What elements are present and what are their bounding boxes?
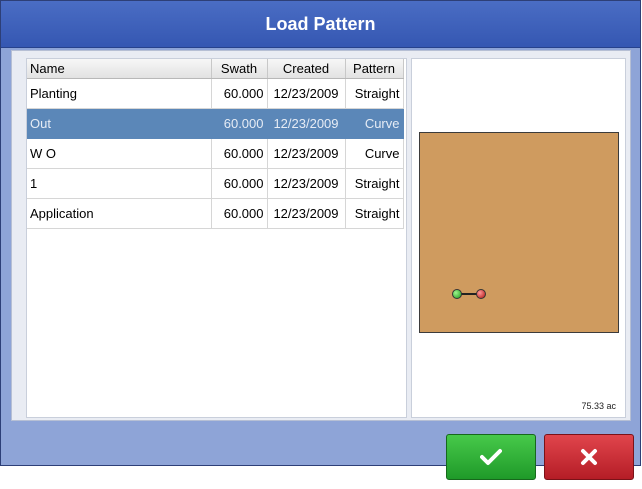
cell-created: 12/23/2009 <box>267 198 346 229</box>
x-icon <box>581 449 597 465</box>
pattern-table: Name Swath Created Pattern Planting 60.0… <box>27 59 404 229</box>
cell-created: 12/23/2009 <box>267 138 346 169</box>
column-header-created[interactable]: Created <box>267 59 346 79</box>
cell-created: 12/23/2009 <box>267 168 346 199</box>
cell-swath: 60.000 <box>211 108 268 139</box>
cell-name: Planting <box>27 78 212 109</box>
table-row-selected[interactable]: Out 60.000 12/23/2009 Curve <box>27 108 404 139</box>
dialog-title: Load Pattern <box>1 1 640 48</box>
cell-swath: 60.000 <box>211 168 268 199</box>
cell-name: W O <box>27 138 212 169</box>
field-boundary <box>419 132 619 333</box>
pattern-preview: 75.33 ac <box>411 58 626 418</box>
table-header: Name Swath Created Pattern <box>27 59 404 79</box>
end-point-icon <box>476 289 486 299</box>
column-header-swath[interactable]: Swath <box>211 59 268 79</box>
table-row[interactable]: Application 60.000 12/23/2009 Straight <box>27 198 404 229</box>
cell-pattern: Curve <box>345 138 404 169</box>
ok-button[interactable] <box>446 434 536 480</box>
checkmark-icon <box>480 449 502 465</box>
table-row[interactable]: W O 60.000 12/23/2009 Curve <box>27 138 404 169</box>
start-point-icon <box>452 289 462 299</box>
column-header-name[interactable]: Name <box>27 59 212 79</box>
column-header-pattern[interactable]: Pattern <box>345 59 404 79</box>
pattern-list: Name Swath Created Pattern Planting 60.0… <box>26 58 407 418</box>
cell-pattern: Straight <box>345 78 404 109</box>
cancel-button[interactable] <box>544 434 634 480</box>
cell-name: 1 <box>27 168 212 199</box>
cell-pattern: Curve <box>345 108 404 139</box>
field-area-label: 75.33 ac <box>581 401 616 411</box>
cell-pattern: Straight <box>345 198 404 229</box>
cell-name: Application <box>27 198 212 229</box>
cell-swath: 60.000 <box>211 78 268 109</box>
cell-created: 12/23/2009 <box>267 108 346 139</box>
table-row[interactable]: Planting 60.000 12/23/2009 Straight <box>27 78 404 109</box>
table-row[interactable]: 1 60.000 12/23/2009 Straight <box>27 168 404 199</box>
cell-swath: 60.000 <box>211 198 268 229</box>
cell-swath: 60.000 <box>211 138 268 169</box>
cell-pattern: Straight <box>345 168 404 199</box>
cell-name: Out <box>27 108 212 139</box>
cell-created: 12/23/2009 <box>267 78 346 109</box>
